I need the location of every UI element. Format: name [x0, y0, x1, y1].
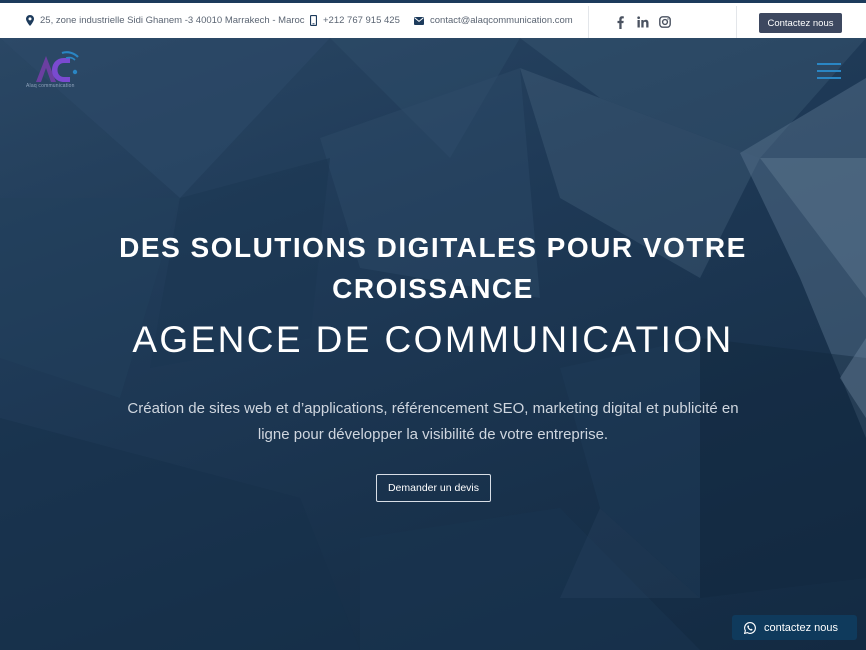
- whatsapp-icon: [744, 621, 756, 634]
- email-text[interactable]: contact@alaqcommunication.com: [430, 15, 573, 26]
- address-text: 25, zone industrielle Sidi Ghanem -3 400…: [40, 15, 305, 26]
- hero-description: Création de sites web et d’applications,…: [127, 400, 739, 443]
- hero-headline: DES SOLUTIONS DIGITALES POUR VOTRE CROIS…: [119, 232, 747, 304]
- mobile-phone-icon: [310, 15, 317, 26]
- phone-text[interactable]: +212 767 915 425: [323, 15, 400, 26]
- whatsapp-label[interactable]: contactez nous: [764, 622, 838, 634]
- social-links: [614, 15, 671, 29]
- hamburger-menu-icon[interactable]: [817, 63, 841, 79]
- contact-us-button[interactable]: Contactez nous: [759, 13, 842, 33]
- address-item: 25, zone industrielle Sidi Ghanem -3 400…: [26, 15, 305, 26]
- instagram-icon[interactable]: [658, 15, 671, 29]
- hero-subheadline: AGENCE DE COMMUNICATION: [132, 319, 734, 360]
- request-quote-button[interactable]: Demander un devis: [376, 474, 491, 502]
- phone-item[interactable]: +212 767 915 425: [310, 15, 400, 26]
- whatsapp-contact-button[interactable]: contactez nous: [732, 615, 857, 640]
- top-contact-bar: 25, zone industrielle Sidi Ghanem -3 400…: [0, 0, 866, 41]
- logo-text: Alaq communication: [26, 83, 75, 89]
- topbar-divider: [736, 6, 737, 41]
- topbar-divider: [588, 6, 589, 41]
- email-item[interactable]: contact@alaqcommunication.com: [414, 15, 573, 26]
- location-pin-icon: [26, 15, 34, 26]
- hero-section: Alaq communication DES SOLUTIONS DIGITAL…: [0, 38, 866, 650]
- envelope-icon: [414, 16, 424, 25]
- facebook-icon[interactable]: [614, 15, 627, 29]
- linkedin-icon[interactable]: [636, 15, 649, 29]
